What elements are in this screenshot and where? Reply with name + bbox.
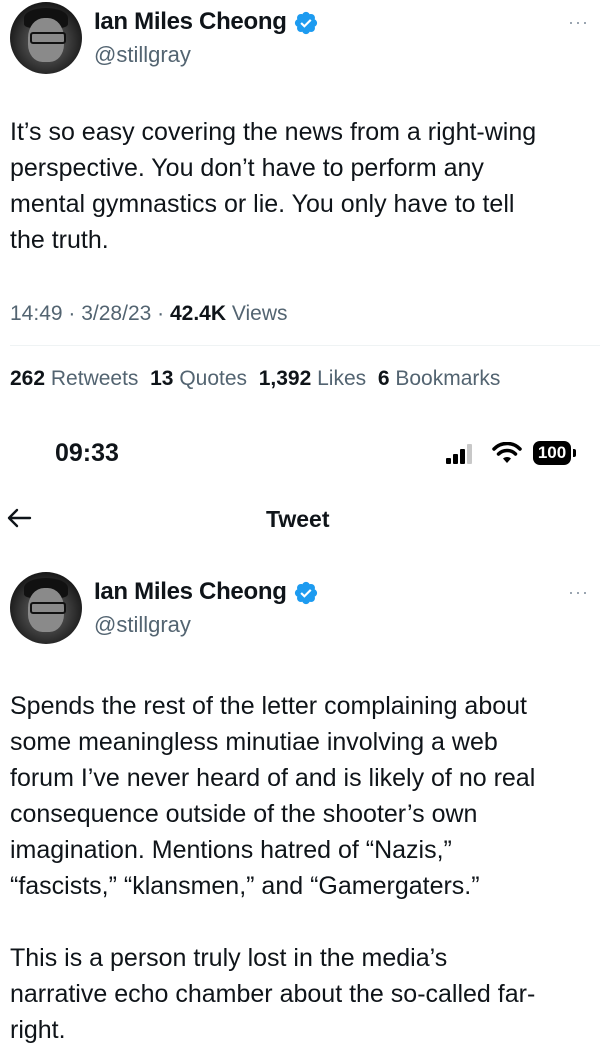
tweet-text-line: Spends the rest of the letter complainin… (10, 692, 527, 720)
quotes-label: Quotes (179, 367, 248, 390)
battery-cap (573, 449, 576, 457)
author-avatar[interactable] (10, 2, 82, 74)
tweet-text-line: perspective. You don’t have to perform a… (10, 154, 484, 182)
retweets-stat[interactable]: 262 Retweets (10, 367, 138, 390)
quotes-stat[interactable]: 13 Quotes (150, 367, 247, 390)
tweet-text-line: consequence outside of the shooter’s own (10, 800, 478, 828)
author-handle[interactable]: @stillgray (94, 612, 191, 638)
tweet-stats: 262 Retweets 13 Quotes 1,392 Likes 6 Boo… (10, 367, 500, 391)
tweet-text-line: “fascists,” “klansmen,” and “Gamergaters… (10, 872, 480, 900)
tweet-meta: 14:49 · 3/28/23 · 42.4K Views (10, 302, 288, 325)
tweet-text-line: mental gymnastics or lie. You only have … (10, 190, 515, 218)
cellular-signal-icon (446, 444, 472, 464)
status-bar-time: 09:33 (55, 439, 119, 467)
bookmarks-label: Bookmarks (395, 367, 501, 390)
tweet-text-line: This is a person truly lost in the media… (10, 944, 448, 972)
likes-stat[interactable]: 1,392 Likes (259, 367, 366, 390)
back-arrow-icon[interactable] (6, 506, 32, 530)
verified-badge-icon (294, 581, 318, 605)
tweet-time[interactable]: 14:49 (10, 302, 63, 325)
more-options-icon[interactable]: ··· (568, 582, 589, 603)
views-count: 42.4K (169, 302, 227, 325)
battery-indicator: 100 (533, 441, 571, 465)
tweet-text-line: imagination. Mentions hatred of “Nazis,” (10, 836, 452, 864)
more-options-icon[interactable]: ··· (568, 12, 589, 33)
author-avatar[interactable] (10, 572, 82, 644)
likes-label: Likes (317, 367, 367, 390)
tweet-text: It’s so easy covering the news from a ri… (10, 114, 595, 258)
bookmarks-stat[interactable]: 6 Bookmarks (378, 367, 501, 390)
tweet-date[interactable]: 3/28/23 (81, 302, 151, 325)
verified-badge-icon (294, 11, 318, 35)
author-name[interactable]: Ian Miles Cheong (94, 578, 287, 606)
author-handle[interactable]: @stillgray (94, 42, 191, 68)
retweets-count: 262 (10, 367, 46, 390)
tweet-text-line: forum I’ve never heard of and is likely … (10, 764, 536, 792)
tweet-text: Spends the rest of the letter complainin… (10, 688, 598, 1048)
tweet-text-line: some meaningless minutiae involving a we… (10, 728, 498, 756)
tweet-text-line: the truth. (10, 226, 109, 254)
divider (10, 345, 600, 346)
retweets-label: Retweets (50, 367, 139, 390)
page-title: Tweet (266, 506, 330, 532)
tweet-text-line: narrative echo chamber about the so-call… (10, 980, 536, 1008)
bookmarks-count: 6 (377, 367, 390, 390)
author-name[interactable]: Ian Miles Cheong (94, 8, 287, 36)
quotes-count: 13 (150, 367, 174, 390)
tweet-text-line: It’s so easy covering the news from a ri… (10, 118, 537, 146)
wifi-icon (492, 442, 522, 463)
likes-count: 1,392 (258, 367, 312, 390)
views-label: Views (231, 302, 288, 325)
battery-level: 100 (537, 443, 567, 462)
tweet-text-line: right. (10, 1016, 66, 1044)
tweet-text-line (10, 904, 598, 940)
